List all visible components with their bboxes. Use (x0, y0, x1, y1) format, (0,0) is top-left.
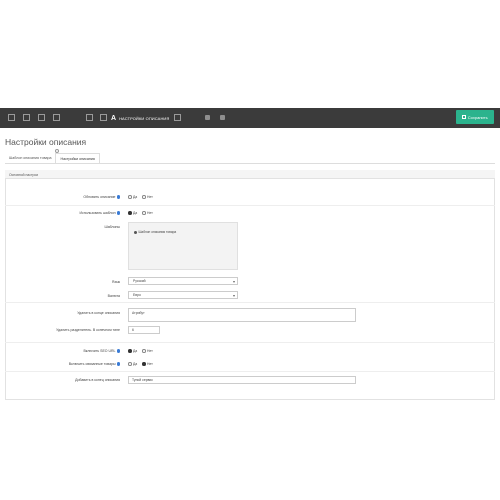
seo-label: Включить SEO URL (4, 349, 120, 353)
font-icon: A (111, 114, 117, 122)
attrs-label: Удалить в конце описания (77, 311, 120, 315)
help-icon (116, 195, 120, 199)
language-label: Язык (111, 280, 120, 284)
row-divider (5, 342, 495, 343)
grid-icon[interactable] (86, 114, 93, 121)
tab-product-template[interactable]: Шаблон описания товара (5, 153, 55, 163)
related-label: Включить связанные товары (4, 362, 120, 366)
message-icon[interactable] (174, 114, 181, 121)
help-icon (116, 362, 120, 366)
append-label: Добавить в конец описания (75, 378, 120, 382)
template-option[interactable]: Шаблон описания товара (134, 230, 176, 234)
append-input[interactable]: Тупой сервис (128, 376, 356, 384)
top-toolbar (0, 108, 500, 128)
rewrite-label: Обновить описание (4, 195, 120, 199)
toolbar-active-title: НАСТРОЙКИ ОПИСАНИЯ (119, 115, 170, 121)
chart-icon[interactable] (53, 114, 60, 121)
list-icon[interactable] (23, 114, 30, 121)
info-icon[interactable] (220, 115, 225, 120)
help-icon (116, 211, 120, 215)
image-icon[interactable] (38, 114, 45, 121)
separator-label: Удалить разделитель. В конечном типе (56, 328, 120, 332)
use-template-label: Использовать шаблон (4, 211, 120, 215)
seo-no-radio[interactable]: Нет (142, 349, 153, 353)
language-select[interactable]: Русский ▾ (128, 277, 238, 285)
row-divider (5, 371, 495, 372)
templates-label: Шаблоны (104, 225, 120, 229)
save-button[interactable]: Сохранить (456, 110, 494, 124)
currency-select[interactable]: Евро ▾ (128, 291, 238, 299)
help-icon (116, 349, 120, 353)
save-icon (462, 115, 466, 119)
templates-listbox[interactable]: Шаблон описания товара (128, 222, 238, 270)
attrs-textarea[interactable]: Атрибут (128, 308, 356, 322)
arrow-icon[interactable] (205, 115, 210, 120)
tab-bar: Шаблон описания товара Настройки описани… (5, 153, 100, 163)
panel-heading: Основной настрои (5, 170, 495, 179)
doc-icon[interactable] (8, 114, 15, 121)
rewrite-no-radio[interactable]: Нет (142, 195, 153, 199)
edit-icon[interactable] (100, 114, 107, 121)
use-template-yes-radio[interactable]: Да (128, 211, 137, 215)
chevron-down-icon: ▾ (232, 279, 235, 284)
tab-description-settings[interactable]: Настройки описания (55, 153, 100, 163)
save-label: Сохранить (467, 114, 488, 120)
page-title: Настройки описания (5, 137, 87, 147)
tabs-divider (5, 163, 495, 164)
separator-input[interactable]: 6 (128, 326, 160, 334)
related-yes-radio[interactable]: Да (128, 362, 137, 366)
row-divider (5, 302, 495, 303)
row-divider (5, 205, 495, 206)
rewrite-yes-radio[interactable]: Да (128, 195, 137, 199)
currency-label: Валюта (107, 294, 120, 298)
seo-yes-radio[interactable]: Да (128, 349, 137, 353)
toolbar-active-item[interactable]: A НАСТРОЙКИ ОПИСАНИЯ (111, 108, 169, 128)
chevron-down-icon: ▾ (232, 293, 235, 298)
related-no-radio[interactable]: Нет (142, 362, 153, 366)
panel-heading-text: Основной настрои (9, 172, 39, 177)
use-template-no-radio[interactable]: Нет (142, 211, 153, 215)
